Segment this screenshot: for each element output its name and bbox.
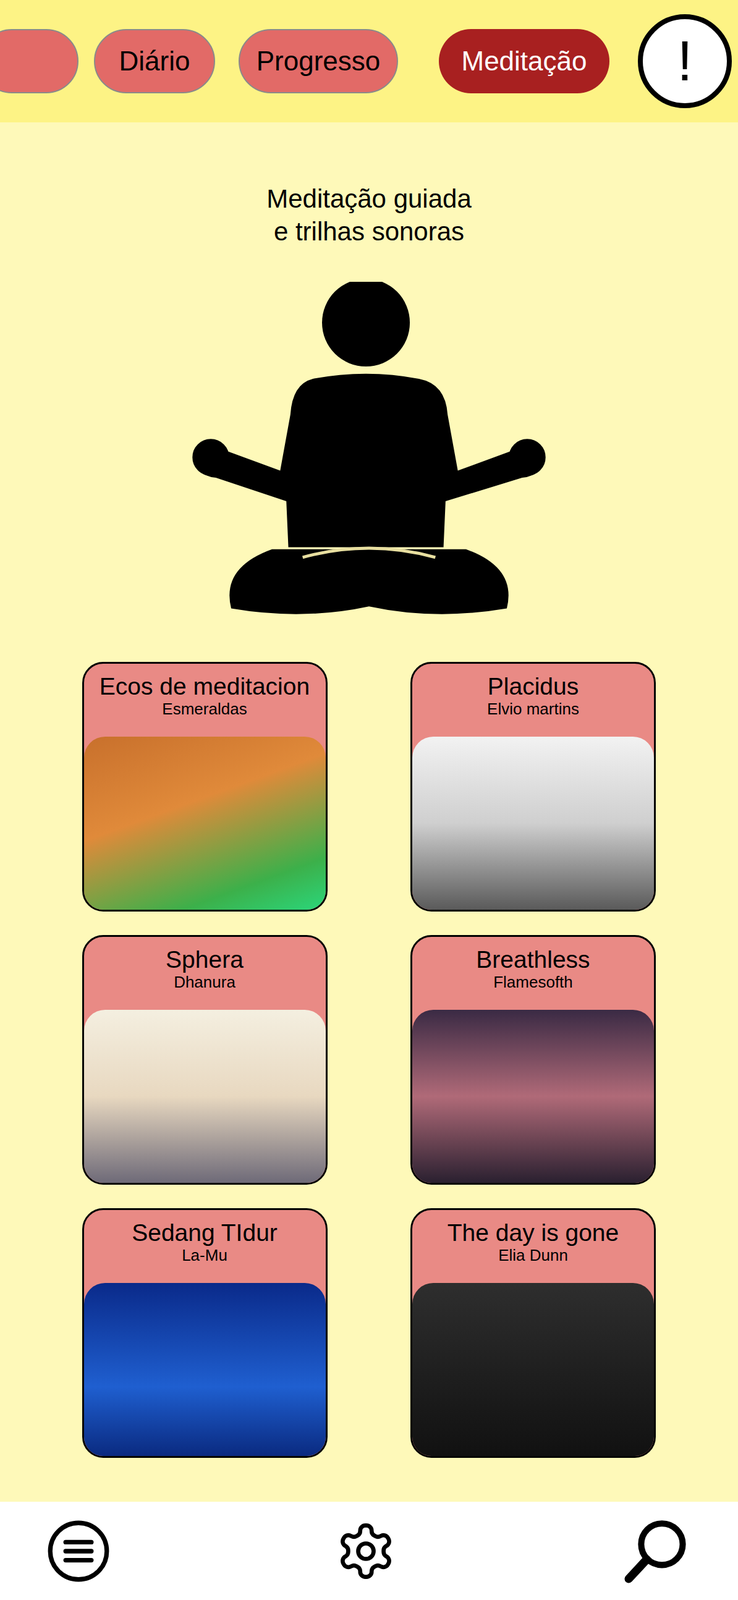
track-header: PlacidusElvio martins <box>412 663 654 737</box>
track-header: SpheraDhanura <box>84 937 326 1010</box>
track-cover <box>412 1009 654 1184</box>
track-artist: La-Mu <box>181 1246 228 1265</box>
tab[interactable]: Progresso <box>238 29 399 94</box>
track-header: Ecos de meditacionEsmeraldas <box>84 663 326 737</box>
meditation-page: Meditação guiadae trilhas sonoras Ecos de… <box>0 122 738 1502</box>
tab[interactable] <box>0 29 79 94</box>
track-title: Breathless <box>475 946 590 974</box>
track-card[interactable]: Sedang TIdurLa-Mu <box>82 1208 328 1459</box>
track-grid: Ecos de meditacionEsmeraldas PlacidusElvi… <box>82 661 657 1459</box>
track-title: The day is gone <box>447 1220 620 1247</box>
top-bar: Diário Progresso Meditação! <box>0 0 738 123</box>
app: Diário Progresso Meditação! Meditação guiad… <box>0 0 738 1600</box>
track-card[interactable]: SpheraDhanura <box>82 935 328 1185</box>
track-artist: Flamesofth <box>493 973 573 992</box>
settings-button[interactable] <box>331 1517 400 1586</box>
bottom-bar <box>0 1501 738 1600</box>
track-cover <box>84 1009 326 1184</box>
track-header: Sedang TIdurLa-Mu <box>84 1210 326 1284</box>
gear-icon <box>335 1520 397 1583</box>
track-artist: Dhanura <box>173 973 236 992</box>
track-cover <box>412 1283 654 1457</box>
track-artist: Esmeraldas <box>161 700 247 719</box>
menu-button[interactable] <box>44 1517 113 1586</box>
tab[interactable]: Diário <box>93 29 216 94</box>
tab[interactable]: Meditação <box>438 29 610 94</box>
track-cover <box>84 1283 326 1457</box>
track-artist: Elia Dunn <box>498 1246 569 1265</box>
search-button[interactable] <box>619 1514 694 1589</box>
track-cover <box>84 736 326 910</box>
track-header: The day is goneElia Dunn <box>412 1210 654 1284</box>
track-title: Sphera <box>165 946 244 974</box>
track-card[interactable]: Ecos de meditacionEsmeraldas <box>82 661 328 912</box>
alert-button[interactable]: ! <box>637 14 732 109</box>
track-title: Ecos de meditacion <box>99 673 310 701</box>
track-title: Placidus <box>487 673 579 701</box>
track-card[interactable]: The day is goneElia Dunn <box>410 1208 656 1459</box>
meditation-icon <box>189 281 549 619</box>
menu-icon <box>46 1519 111 1584</box>
track-title: Sedang TIdur <box>131 1220 278 1247</box>
search-icon <box>621 1516 692 1587</box>
track-header: BreathlessFlamesofth <box>412 937 654 1010</box>
track-artist: Elvio martins <box>487 700 580 719</box>
track-card[interactable]: BreathlessFlamesofth <box>410 935 656 1185</box>
track-cover <box>412 736 654 910</box>
page-title: Meditação guiadae trilhas sonoras <box>266 182 472 248</box>
track-card[interactable]: PlacidusElvio martins <box>410 661 656 912</box>
